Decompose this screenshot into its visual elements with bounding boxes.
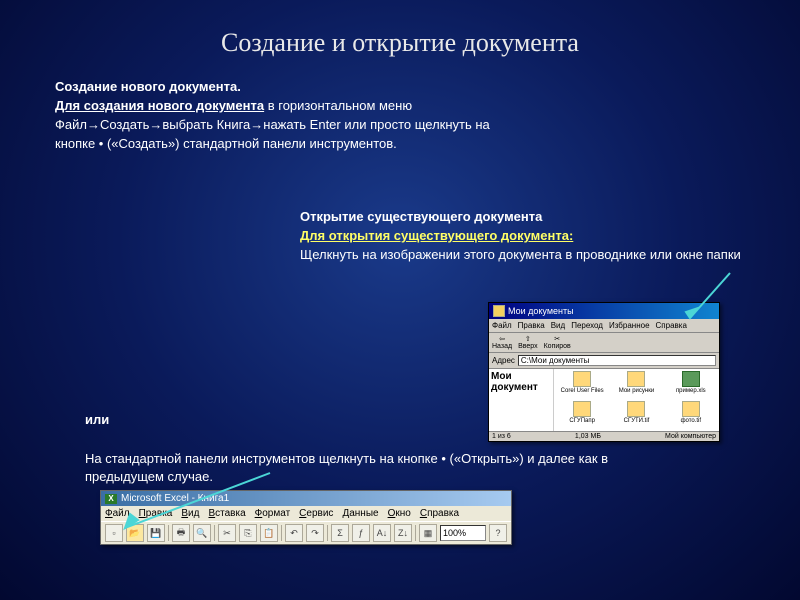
status-size: 1,03 МБ	[575, 433, 601, 440]
menu-item[interactable]: Переход	[571, 321, 603, 330]
nav-up[interactable]: ⇧Вверх	[518, 335, 538, 350]
file-item[interactable]: Мои рисунки	[610, 371, 662, 399]
status-location: Мой компьютер	[665, 433, 716, 440]
explorer-addressbar: Адрес	[489, 353, 719, 369]
explorer-navbar: ⇦Назад ⇧Вверх ✂Копиров	[489, 333, 719, 353]
zoom-box[interactable]: 100%	[440, 525, 486, 541]
arrow-to-file-icon	[680, 268, 740, 328]
menu-item[interactable]: Файл	[492, 321, 512, 330]
sum-button[interactable]: Σ	[331, 524, 349, 542]
slide-title: Создание и открытие документа	[0, 0, 800, 68]
status-count: 1 из 6	[492, 433, 511, 440]
open-lead: Для открытия существующего документа:	[300, 227, 800, 246]
open-section: Открытие существующего документа Для отк…	[300, 208, 800, 265]
menu-item[interactable]: Избранное	[609, 321, 650, 330]
create-lead: Для создания нового документа	[55, 98, 264, 113]
undo-button[interactable]: ↶	[285, 524, 303, 542]
file-item[interactable]: фото.tif	[665, 401, 717, 429]
addr-label: Адрес	[492, 356, 515, 365]
file-item-selected[interactable]: пример.xls	[665, 371, 717, 399]
menu-item[interactable]: Справка	[420, 508, 459, 519]
file-item[interactable]: СГУПапр	[556, 401, 608, 429]
menu-item[interactable]: Данные	[342, 508, 378, 519]
arrow-to-open-button	[120, 470, 280, 540]
sort-asc-button[interactable]: A↓	[373, 524, 391, 542]
help-button[interactable]: ?	[489, 524, 507, 542]
folder-icon	[493, 305, 505, 317]
create-heading: Создание нового документа.	[55, 78, 495, 97]
explorer-side: Мои документ	[489, 369, 554, 431]
redo-button[interactable]: ↷	[306, 524, 324, 542]
excel-file-icon	[682, 371, 700, 387]
explorer-status: 1 из 6 1,03 МБ Мой компьютер	[489, 431, 719, 441]
menu-item[interactable]: Правка	[518, 321, 545, 330]
or-label: или	[85, 412, 109, 427]
open-body: Щелкнуть на изображении этого документа …	[300, 246, 760, 265]
nav-back[interactable]: ⇦Назад	[492, 335, 512, 350]
explorer-files: Corel User Files Мои рисунки пример.xls …	[554, 369, 719, 431]
create-section: Создание нового документа. Для создания …	[55, 78, 495, 153]
open-heading: Открытие существующего документа	[300, 208, 800, 227]
sort-desc-button[interactable]: Z↓	[394, 524, 412, 542]
menu-item[interactable]: Вид	[551, 321, 565, 330]
file-item[interactable]: Corel User Files	[556, 371, 608, 399]
chart-button[interactable]: ▦	[419, 524, 437, 542]
menu-item[interactable]: Окно	[388, 508, 411, 519]
explorer-title: Мои документы	[508, 306, 574, 316]
excel-icon: X	[105, 494, 117, 504]
nav-copy[interactable]: ✂Копиров	[544, 335, 571, 350]
file-item[interactable]: СГУТИ.tif	[610, 401, 662, 429]
explorer-content: Мои документ Corel User Files Мои рисунк…	[489, 369, 719, 431]
fx-button[interactable]: ƒ	[352, 524, 370, 542]
addr-input[interactable]	[518, 355, 716, 366]
menu-item[interactable]: Сервис	[299, 508, 333, 519]
